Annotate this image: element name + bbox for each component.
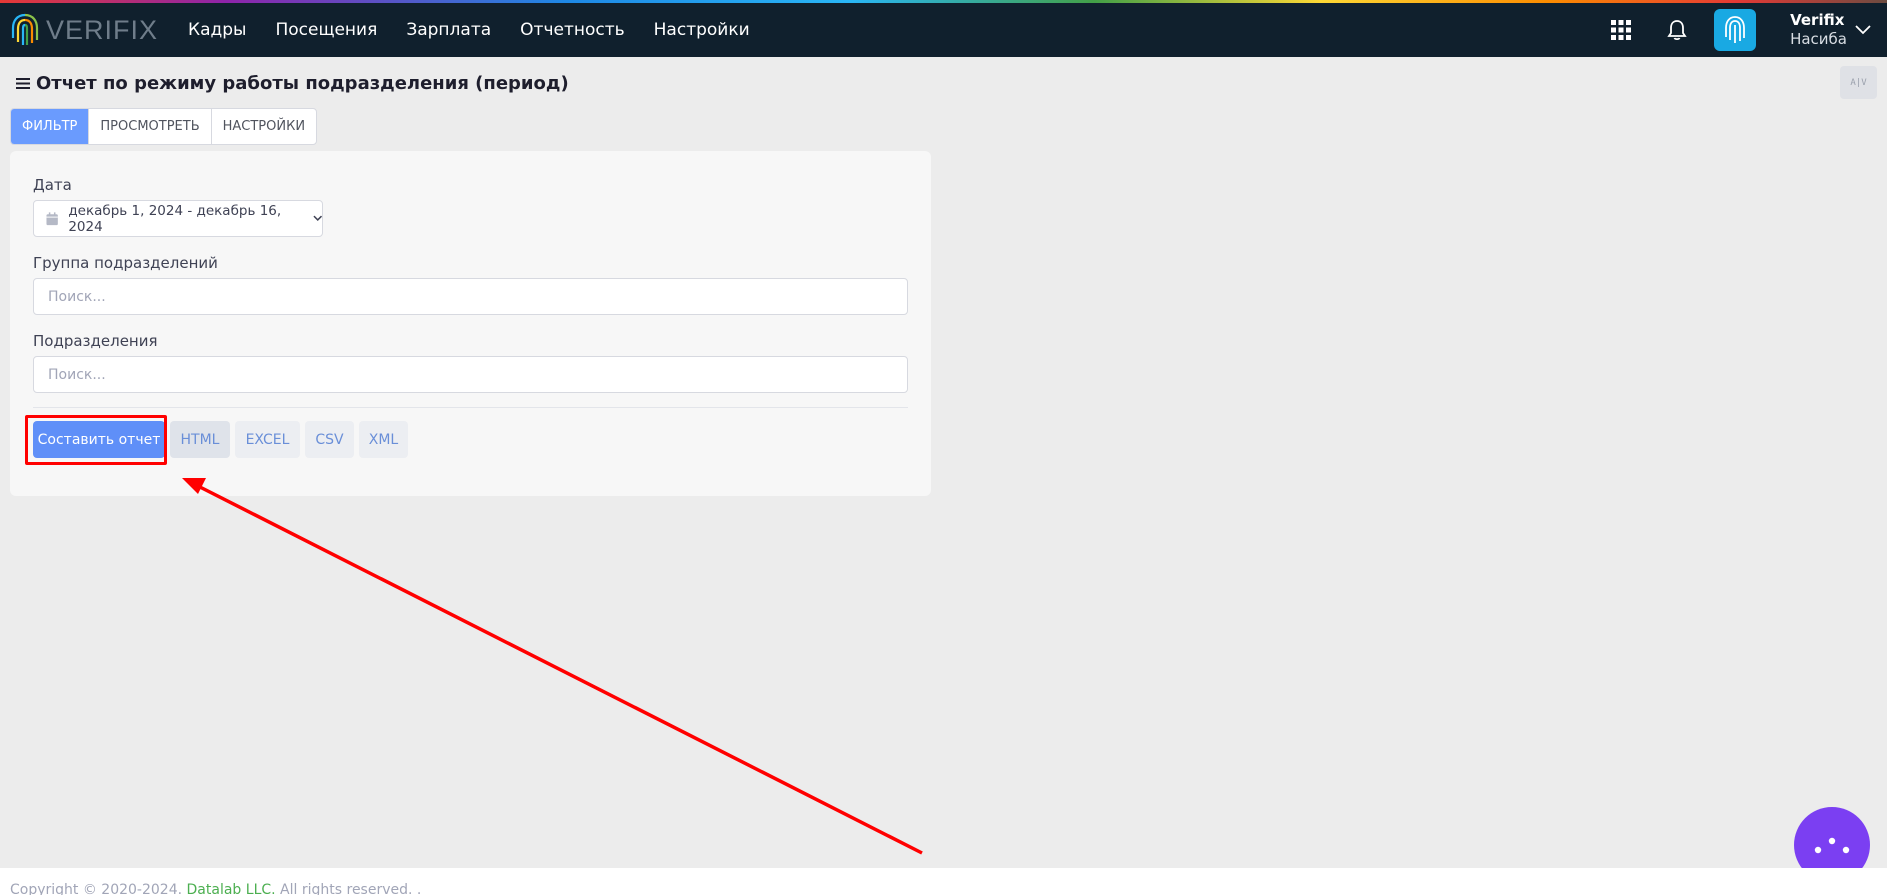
nav-item-attendance[interactable]: Посещения	[275, 20, 377, 40]
user-name: Verifix	[1790, 11, 1845, 29]
tab-filter[interactable]: ФИЛЬТР	[11, 109, 90, 144]
page-header: Отчет по режиму работы подразделения (пе…	[16, 70, 569, 96]
nav-item-reports[interactable]: Отчетность	[520, 20, 624, 40]
tab-settings[interactable]: НАСТРОЙКИ	[212, 109, 316, 144]
nav-item-settings[interactable]: Настройки	[654, 20, 750, 40]
excel-export-button[interactable]: EXCEL	[235, 421, 300, 458]
chevron-down-icon	[1855, 25, 1871, 35]
brand-logo[interactable]: VERIFIX	[10, 12, 170, 48]
date-range-value: декабрь 1, 2024 - декабрь 16, 2024	[68, 202, 282, 235]
main-nav: Кадры Посещения Зарплата Отчетность Наст…	[188, 20, 779, 40]
divisions-search-input[interactable]	[33, 356, 908, 393]
copyright-suffix: All rights reserved. .	[280, 882, 422, 895]
calendar-icon	[46, 211, 58, 225]
bell-icon[interactable]	[1662, 15, 1692, 45]
hamburger-menu-icon[interactable]	[16, 77, 30, 90]
form-divider	[33, 407, 908, 408]
division-group-label: Группа подразделений	[33, 254, 218, 272]
html-export-button[interactable]: HTML	[170, 421, 230, 458]
top-navbar: VERIFIX Кадры Посещения Зарплата Отчетно…	[0, 3, 1887, 57]
user-subname: Насиба	[1790, 30, 1847, 48]
tab-view[interactable]: ПРОСМОТРЕТЬ	[89, 109, 212, 144]
xml-export-button[interactable]: XML	[359, 421, 408, 458]
division-group-search-input[interactable]	[33, 278, 908, 315]
avatar[interactable]	[1714, 9, 1757, 51]
language-toggle-button[interactable]: A|V	[1840, 66, 1877, 99]
divisions-label: Подразделения	[33, 332, 158, 350]
language-toggle-label: A|V	[1850, 77, 1867, 88]
copyright-prefix: Copyright © 2020-2024.	[10, 882, 183, 895]
company-link[interactable]: Datalab LLC.	[187, 882, 276, 895]
fingerprint-logo-icon	[11, 13, 39, 45]
user-menu[interactable]: Verifix Насиба	[1790, 11, 1871, 49]
fingerprint-avatar-icon	[1725, 16, 1745, 43]
nav-item-staff[interactable]: Кадры	[188, 20, 246, 40]
topbar-right: Verifix Насиба	[1606, 3, 1887, 57]
chat-dots-icon	[1814, 837, 1850, 854]
annotation-highlight-box	[25, 415, 167, 465]
date-label: Дата	[33, 176, 72, 194]
date-range-picker[interactable]: декабрь 1, 2024 - декабрь 16, 2024	[33, 200, 323, 237]
report-tabs: ФИЛЬТР ПРОСМОТРЕТЬ НАСТРОЙКИ	[10, 108, 318, 145]
copyright-text: Copyright © 2020-2024. Datalab LLC. All …	[10, 882, 421, 895]
page-footer: Copyright © 2020-2024. Datalab LLC. All …	[0, 868, 1887, 895]
nav-item-salary[interactable]: Зарплата	[406, 20, 491, 40]
apps-grid-icon[interactable]	[1606, 15, 1636, 45]
csv-export-button[interactable]: CSV	[305, 421, 354, 458]
page-title: Отчет по режиму работы подразделения (пе…	[36, 72, 569, 94]
chevron-down-icon	[312, 215, 322, 221]
brand-name: VERIFIX	[46, 14, 159, 45]
